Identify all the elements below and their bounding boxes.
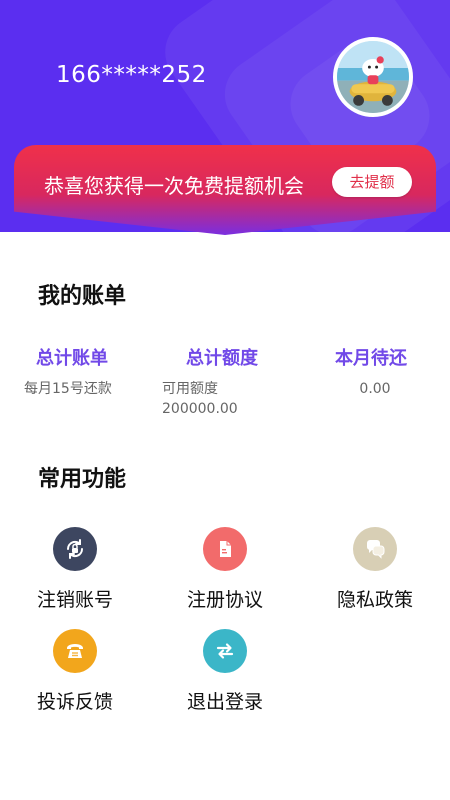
avatar[interactable] <box>333 37 413 117</box>
functions-section-title: 常用功能 <box>38 467 127 492</box>
avatar-image <box>337 41 409 113</box>
bill-total-title: 总计账单 <box>36 348 108 369</box>
available-credit-value: 200000.00 <box>162 401 238 417</box>
complaint-feedback-button[interactable]: 投诉反馈 <box>20 629 130 714</box>
logout-button[interactable]: 退出登录 <box>170 629 280 714</box>
privacy-policy-label: 隐私政策 <box>336 589 413 611</box>
swap-arrows-icon <box>203 629 247 673</box>
banner-text: 恭喜您获得一次免费提额机会 <box>44 174 304 198</box>
bill-total-column[interactable]: 总计账单 每月15号还款 <box>24 344 112 399</box>
account-cancel-icon <box>53 527 97 571</box>
phone-icon <box>53 629 97 673</box>
bill-total-sub: 每月15号还款 <box>24 381 112 397</box>
complaint-feedback-label: 投诉反馈 <box>36 691 113 713</box>
user-phone-number: 166*****252 <box>56 62 207 88</box>
available-credit-label: 可用额度 <box>162 381 218 397</box>
registration-agreement-button[interactable]: 注册协议 <box>170 527 280 612</box>
cancel-account-label: 注销账号 <box>36 589 113 611</box>
month-due-title: 本月待还 <box>335 348 407 369</box>
privacy-policy-button[interactable]: 隐私政策 <box>320 527 430 612</box>
increase-limit-button[interactable]: 去提额 <box>332 167 412 197</box>
month-due-value: 0.00 <box>359 381 391 397</box>
document-icon <box>203 527 247 571</box>
privacy-chat-icon <box>353 527 397 571</box>
credit-limit-column[interactable]: 总计额度 可用额度 200000.00 <box>162 344 258 419</box>
bill-section-title: 我的账单 <box>38 284 127 309</box>
registration-agreement-label: 注册协议 <box>186 589 263 611</box>
logout-label: 退出登录 <box>186 691 263 713</box>
cancel-account-button[interactable]: 注销账号 <box>20 527 130 612</box>
credit-limit-title: 总计额度 <box>186 348 258 369</box>
month-due-column[interactable]: 本月待还 0.00 <box>335 344 415 399</box>
